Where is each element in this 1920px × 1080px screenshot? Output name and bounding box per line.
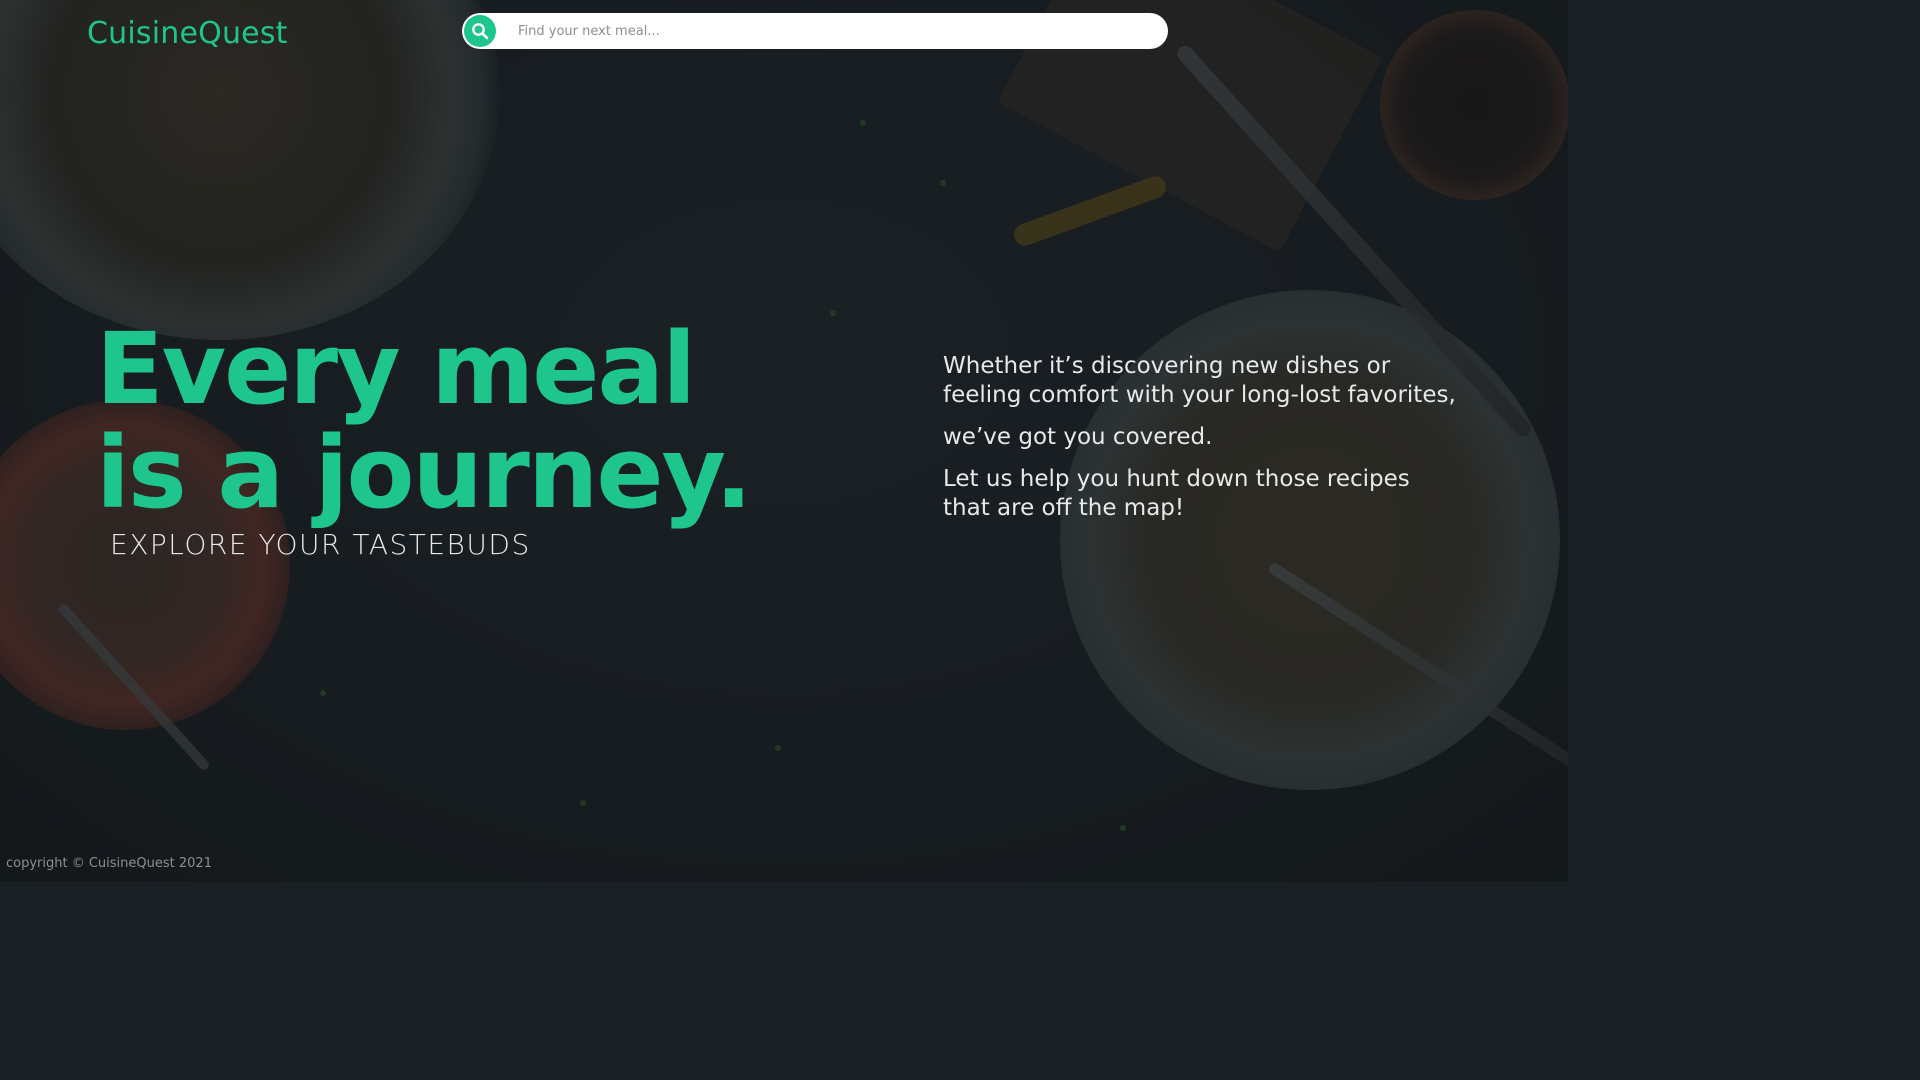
intro-paragraph: Whether it’s discovering new dishes or f… bbox=[943, 353, 1456, 408]
search-bar bbox=[462, 13, 1168, 49]
intro-paragraph: we’ve got you covered. bbox=[943, 424, 1213, 450]
copyright-footer: copyright © CuisineQuest 2021 bbox=[6, 856, 212, 871]
intro-paragraph: Let us help you hunt down those recipes … bbox=[943, 466, 1410, 521]
hero-title-line1: Every meal bbox=[96, 312, 696, 427]
search-input[interactable] bbox=[518, 16, 1138, 46]
hero-title-line2: is a journey. bbox=[96, 416, 753, 531]
brand-logo[interactable]: CuisineQuest bbox=[87, 16, 288, 51]
hero-tagline: EXPLORE YOUR TASTEBUDS bbox=[110, 528, 531, 561]
hero-title: Every meal is a journey. bbox=[96, 312, 753, 531]
intro-copy: Whether it’s discovering new dishes or f… bbox=[943, 352, 1463, 536]
search-button[interactable] bbox=[464, 15, 496, 47]
search-icon bbox=[472, 23, 489, 40]
